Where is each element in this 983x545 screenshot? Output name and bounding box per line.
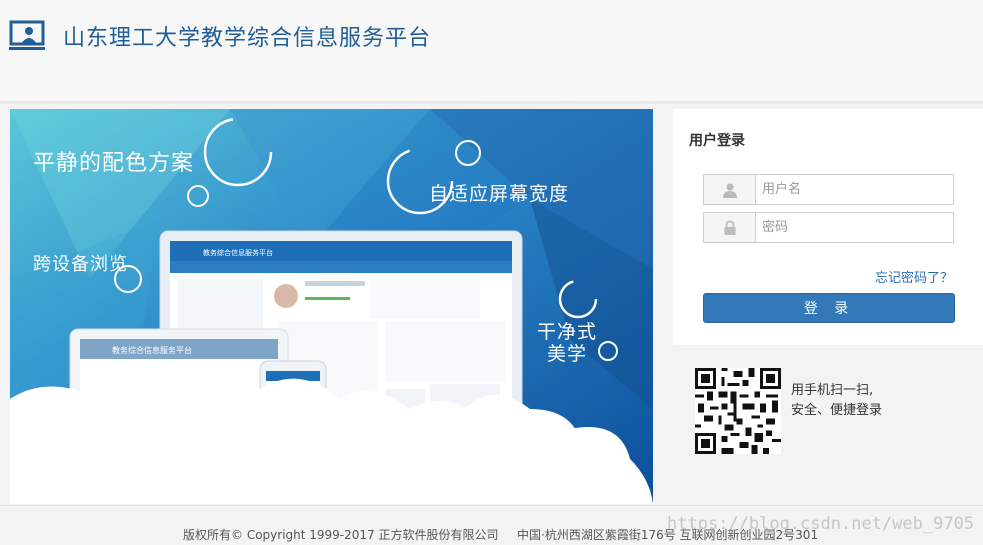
slogan-cross-device: 跨设备浏览 bbox=[33, 254, 128, 275]
lock-icon bbox=[724, 220, 735, 235]
header: 山东理工大学教学综合信息服务平台 bbox=[0, 0, 983, 104]
username-field-group bbox=[703, 174, 954, 205]
login-panel: 用户登录 忘记密码了？ 登 录 bbox=[673, 109, 983, 345]
slogan-clean-aesthetics: 干净式 美学 bbox=[537, 321, 597, 365]
username-input[interactable] bbox=[756, 175, 953, 204]
feature-banner: 教务综合信息服务平台 22 教务综合信息服务平台 平静的配色方案 自适应屏幕宽度… bbox=[10, 109, 653, 504]
username-addon bbox=[704, 175, 756, 204]
password-field-group bbox=[703, 212, 954, 243]
qr-line2: 安全、便捷登录 bbox=[791, 403, 883, 418]
forgot-password-link[interactable]: 忘记密码了？ bbox=[875, 267, 953, 286]
presentation-board-icon bbox=[9, 20, 45, 50]
watermark-text: https://blog.csdn.net/web_9705 bbox=[667, 514, 975, 534]
qr-login-area: 用手机扫一扫, 安全、便捷登录 bbox=[673, 346, 983, 504]
footer: 版权所有© Copyright 1999-2017 正方软件股份有限公司 中国·… bbox=[0, 505, 983, 545]
password-addon bbox=[704, 213, 756, 242]
slogan-calm-colors: 平静的配色方案 bbox=[33, 151, 195, 176]
slogan-clean-line2: 美学 bbox=[547, 343, 588, 365]
slogan-adaptive-width: 自适应屏幕宽度 bbox=[429, 183, 570, 205]
qr-code-icon bbox=[695, 368, 781, 454]
site-title: 山东理工大学教学综合信息服务平台 bbox=[63, 26, 432, 51]
copyright-text: 版权所有© Copyright 1999-2017 正方软件股份有限公司 bbox=[183, 528, 499, 542]
qr-line1: 用手机扫一扫, bbox=[791, 383, 874, 398]
user-icon bbox=[722, 183, 737, 198]
mockup-tablet-title: 教务综合信息服务平台 bbox=[112, 345, 192, 355]
qr-instructions: 用手机扫一扫, 安全、便捷登录 bbox=[791, 381, 882, 421]
login-button[interactable]: 登 录 bbox=[703, 293, 955, 323]
login-title: 用户登录 bbox=[689, 133, 745, 149]
slogan-clean-line1: 干净式 bbox=[537, 321, 598, 343]
password-input[interactable] bbox=[756, 213, 953, 242]
mockup-desktop-title: 教务综合信息服务平台 bbox=[203, 248, 273, 257]
